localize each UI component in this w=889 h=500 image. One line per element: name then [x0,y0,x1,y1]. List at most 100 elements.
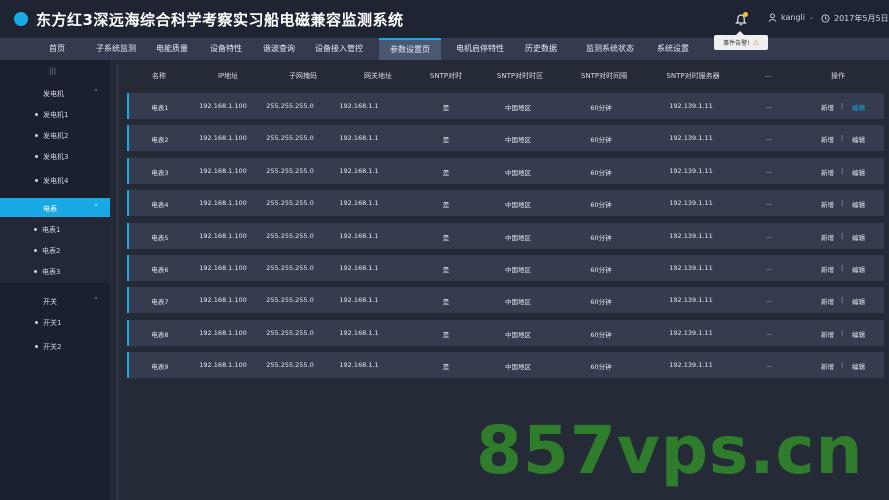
tab-harmonic-query[interactable]: 谐波查询 [258,38,300,60]
table-row[interactable]: 电表4 192.168.1.100 255.255.255.0 192.168.1.1… [127,190,884,217]
cell-interval: 60分钟 [590,104,612,112]
cell-gateway: 192.168.1.1 [339,264,379,272]
sidebar-item-generator2[interactable]: 发电机2 [0,126,110,146]
cell-mask: 255.255.255.0 [266,166,314,175]
tab-home[interactable]: 首页 [36,38,78,60]
add-button[interactable]: 新增 [821,361,834,371]
cell-interval: 60分钟 [590,363,612,372]
table-row[interactable]: 电表1 192.168.1.100 255.255.255.0 192.168.1.1… [127,93,884,119]
cell-more: ... [765,231,773,240]
cell-gateway: 192.168.1.1 [339,199,379,208]
content-divider [116,64,119,500]
cell-mask: 255.255.255.0 [266,134,314,143]
cell-sntp: 是 [442,136,450,145]
cell-interval: 60分钟 [590,298,612,307]
cell-name: 电表6 [151,266,169,274]
sidebar-item-meter3[interactable]: 电表3 [0,262,110,282]
edit-button[interactable]: 编辑 [852,361,865,371]
bullet-icon [34,228,37,231]
sidebar-item-switch2[interactable]: 开关2 [0,337,110,357]
group-label: 发电机 [43,90,64,98]
cell-mask: 255.255.255.0 [266,296,314,305]
action-separator: | [841,361,844,370]
sidebar-item-switch1[interactable]: 开关1 [0,313,110,333]
cell-ip: 192.168.1.100 [199,134,247,143]
sidebar-item-meter1[interactable]: 电表1 [0,220,110,240]
tab-power-quality[interactable]: 电能质量 [152,38,192,60]
cell-server: 192.139.1.11 [669,199,713,208]
tab-parameter-settings[interactable]: 参数设置页 [379,38,441,60]
cell-sntp: 是 [442,266,450,274]
column-header: ... [764,71,772,79]
add-button[interactable]: 新增 [821,296,834,306]
sidebar-group-meter[interactable]: 电表 ⌃ [0,198,110,218]
sidebar-item-generator4[interactable]: 发电机4 [0,171,110,191]
edit-button[interactable]: 编辑 [852,232,865,242]
bullet-icon [34,249,37,252]
tab-system-settings[interactable]: 系统设置 [651,38,695,60]
table-row[interactable]: 电表3 192.168.1.100 255.255.255.0 192.168.1.1… [127,157,884,184]
item-label: 发电机2 [43,132,69,140]
cell-ip: 192.168.1.100 [199,264,247,272]
tab-device-characteristics[interactable]: 设备特性 [205,38,247,60]
bullet-icon [35,113,38,116]
cell-gateway: 192.168.1.1 [339,296,379,305]
item-label: 发电机1 [43,111,69,119]
group-label: 电表 [43,205,57,213]
cell-mask: 255.255.255.0 [266,199,314,208]
cell-name: 电表1 [151,104,169,112]
tab-monitor-system-status[interactable]: 监测系统状态 [579,38,641,60]
tab-history-data[interactable]: 历史数据 [519,38,563,60]
cell-sntp: 是 [442,330,450,339]
table-row[interactable]: 电表8 192.168.1.100 255.255.255.0 192.168.1.1… [127,319,884,346]
table-row[interactable]: 电表2 192.168.1.100 255.255.255.0 192.168.1.1… [127,125,884,152]
table-row[interactable]: 电表9 192.168.1.100 255.255.255.0 192.168.1.1… [127,352,884,379]
add-button[interactable]: 新增 [821,329,834,339]
chevron-up-icon: ⌃ [93,296,99,304]
add-button[interactable]: 新增 [821,232,834,242]
cell-mask: 255.255.255.0 [266,361,314,370]
sidebar-item-generator1[interactable]: 发电机1 [0,105,110,125]
action-separator: | [841,134,844,143]
table-row[interactable]: 电表5 192.168.1.100 255.255.255.0 192.168.1.1… [127,222,884,249]
user-menu[interactable]: kangli ⌄ [768,13,814,22]
cell-zone: 中国地区 [505,298,531,307]
tooltip-text: 事件告警! [723,40,750,47]
sidebar-group-switch[interactable]: 开关 ⌃ [0,291,110,311]
add-button[interactable]: 新增 [821,102,834,112]
add-button[interactable]: 新增 [821,199,834,209]
edit-button[interactable]: 编辑 [852,296,865,306]
edit-button[interactable]: 编辑 [852,134,865,144]
bullet-icon [35,134,38,137]
add-button[interactable]: 新增 [821,167,834,177]
tab-motor-start-stop[interactable]: 电机启停特性 [452,38,508,60]
table-row[interactable]: 电表7 192.168.1.100 255.255.255.0 192.168.1.1… [127,287,884,314]
cell-interval: 60分钟 [590,330,612,339]
cell-server: 192.139.1.11 [669,361,713,370]
edit-button[interactable]: 编辑 [852,199,865,209]
cell-zone: 中国地区 [505,104,531,112]
add-button[interactable]: 新增 [821,264,834,274]
edit-button[interactable]: 编辑 [852,167,865,177]
cell-server: 192.139.1.11 [669,231,713,240]
edit-button[interactable]: 编辑 [852,102,865,112]
date-display: 2017年5月5日 [821,13,889,24]
sidebar-item-generator3[interactable]: 发电机3 [0,147,110,167]
cell-ip: 192.168.1.100 [199,296,247,305]
tab-device-access-control[interactable]: 设备接入管控 [311,38,367,60]
column-header: SNTP对时服务器 [666,72,720,80]
table-header: 名称 IP地址 子网掩码 网关地址 SNTP对时 SNTP对时时区 SNTP对时… [128,67,883,85]
edit-button[interactable]: 编辑 [852,264,865,274]
tab-subsystem-monitor[interactable]: 子系统监测 [92,38,140,60]
chevron-up-icon: ⌃ [93,203,99,211]
table-row[interactable]: 电表6 192.168.1.100 255.255.255.0 192.168.1.1… [127,255,884,281]
sidebar-item-meter2[interactable]: 电表2 [0,241,110,261]
edit-button[interactable]: 编辑 [852,329,865,339]
add-button[interactable]: 新增 [821,134,834,144]
sidebar-collapse-icon[interactable]: ||| [49,67,56,75]
user-name: kangli [781,13,805,22]
cell-gateway: 192.168.1.1 [339,361,379,370]
sidebar-group-generator[interactable]: 发电机 ⌃ [0,83,110,103]
cell-name: 电表8 [151,330,169,339]
item-label: 开关1 [43,319,62,327]
